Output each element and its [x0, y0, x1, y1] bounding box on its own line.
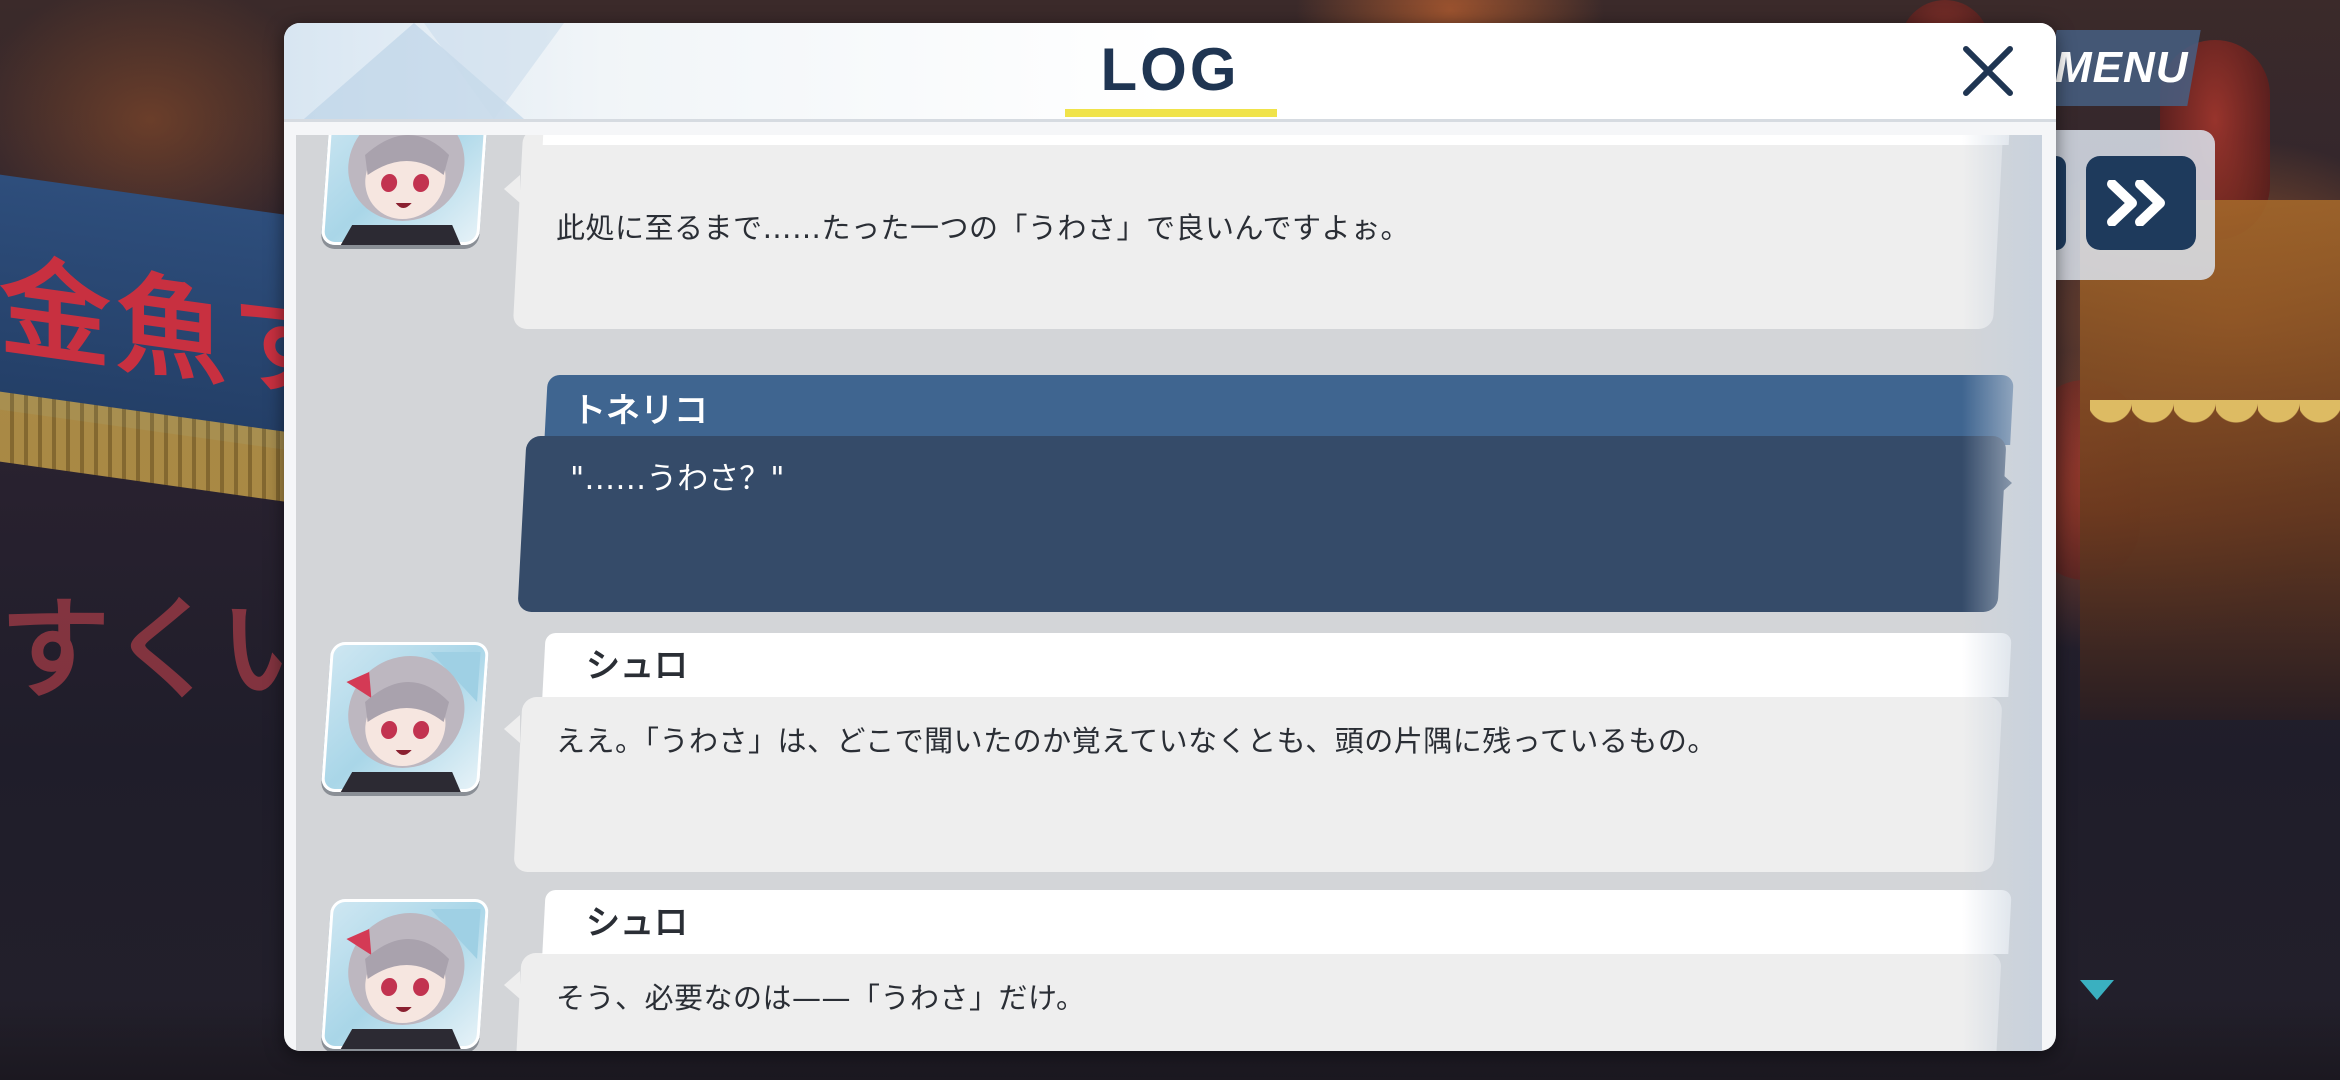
log-title-underline: [1065, 109, 1277, 117]
menu-button-label: MENU: [2055, 43, 2189, 92]
log-panel: LOG 此処に至るまで……たった一つの「うわさ」で良いんですよぉ。 トネリコ "…: [284, 23, 2056, 1051]
fast-forward-icon: [2107, 180, 2165, 226]
shuro-portrait-icon: [340, 652, 481, 792]
stall-frill-decoration: [2090, 400, 2340, 460]
advance-arrow-icon[interactable]: [2080, 980, 2114, 1000]
log-title: LOG: [1100, 36, 1240, 103]
log-header: LOG: [284, 23, 2056, 122]
speaker-name-tab: [542, 135, 2012, 145]
speaker-name-tab: [542, 890, 2012, 954]
close-icon: [1963, 46, 2013, 96]
speaker-name: トネリコ: [572, 391, 708, 431]
bubble-pointer: [504, 971, 520, 999]
scoop-sign-text: すくい: [0, 585, 330, 714]
shuro-portrait-icon: [340, 909, 481, 1049]
bubble-pointer: [1992, 465, 2012, 501]
fast-forward-button[interactable]: [2086, 156, 2196, 250]
message-text: ええ。「うわさ」は、どこで聞いたのか覚えていなくとも、頭の片隅に残っているもの。: [556, 724, 1717, 758]
bubble-pointer: [504, 715, 520, 743]
speaker-name: シュロ: [586, 646, 688, 686]
message-text: そう、必要なのは——「うわさ」だけ。: [556, 981, 1086, 1015]
speaker-avatar: [320, 899, 490, 1049]
speaker-name: シュロ: [586, 903, 688, 943]
speaker-name-tab: [544, 375, 2014, 445]
speaker-avatar: [320, 642, 490, 792]
bubble-pointer: [504, 175, 520, 203]
shuro-portrait-icon: [340, 135, 465, 245]
menu-button[interactable]: MENU: [2043, 30, 2201, 106]
speaker-avatar: [320, 135, 490, 245]
message-text: 此処に至るまで……たった一つの「うわさ」で良いんですよぉ。: [556, 211, 1411, 245]
speaker-name-tab: [542, 633, 2012, 697]
close-button[interactable]: [1956, 39, 2020, 103]
log-list[interactable]: 此処に至るまで……たった一つの「うわさ」で良いんですよぉ。 トネリコ "……うわ…: [296, 135, 2042, 1051]
message-text: "……うわさ？": [570, 461, 785, 497]
